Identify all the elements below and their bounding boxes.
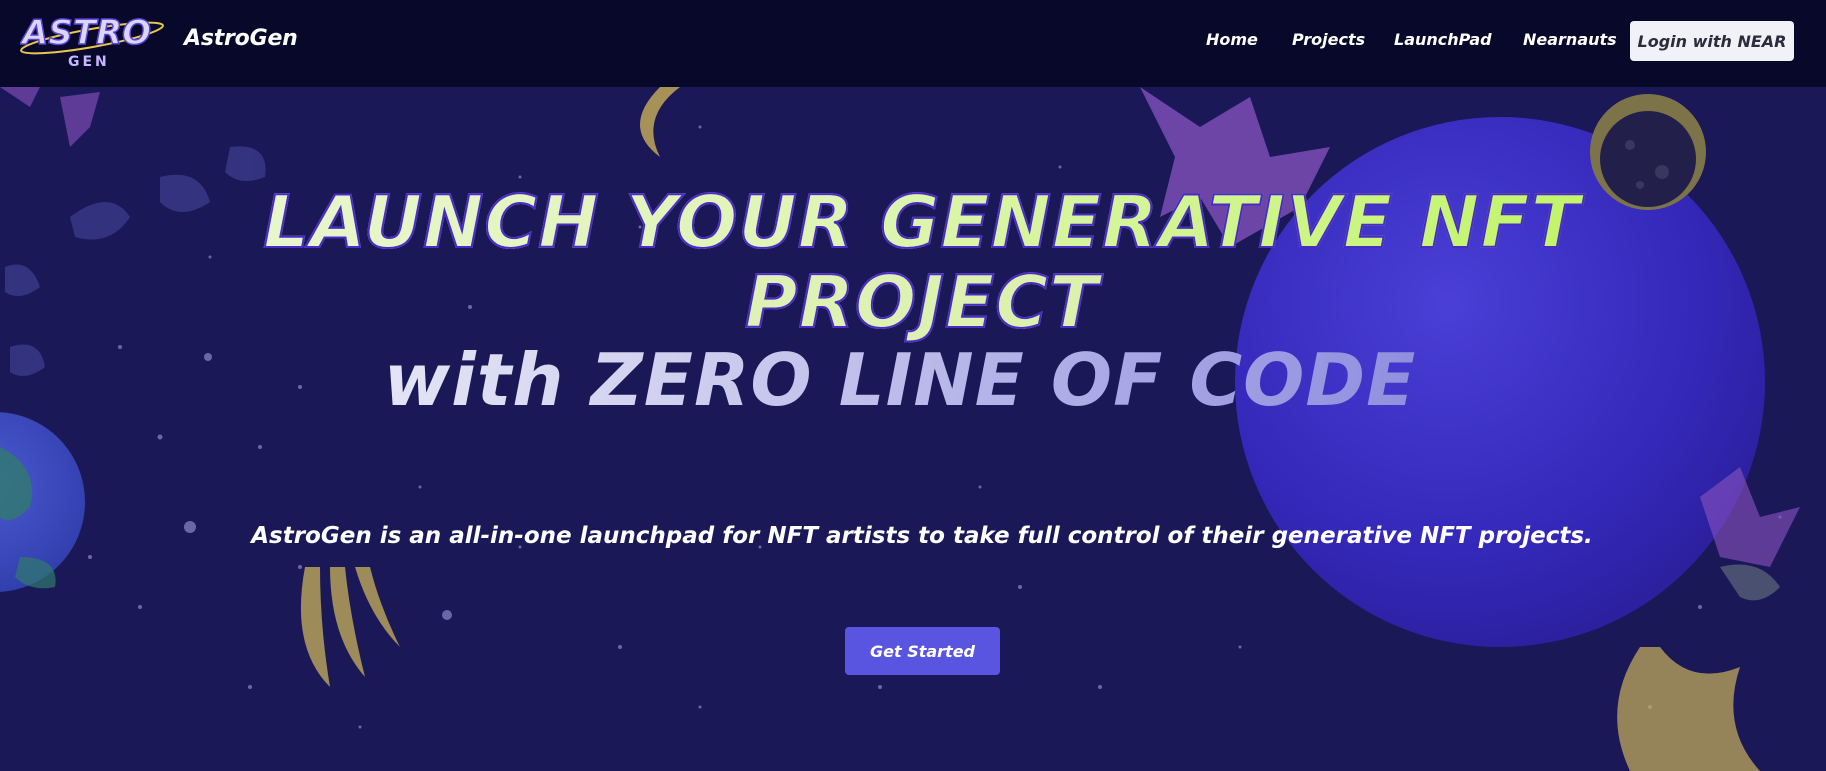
get-started-button[interactable]: Get Started [845, 627, 1000, 675]
top-navbar: ASTRO GEN AstroGen Home Projects LaunchP… [0, 0, 1826, 87]
astrogen-logo[interactable]: ASTRO GEN [20, 10, 170, 70]
bananas [300, 567, 400, 687]
hero-headline-line1: LAUNCH YOUR GENERATIVE NFT [0, 179, 1826, 265]
hero-tagline: AstroGen is an all-in-one launchpad for … [251, 523, 1593, 549]
nav-home[interactable]: Home [1206, 30, 1258, 49]
hero-headline-line3: with ZERO LINE OF CODE [0, 338, 1822, 422]
nav-projects[interactable]: Projects [1292, 30, 1365, 49]
hero-headline-line2: PROJECT [0, 259, 1826, 345]
banana-bottom-right [1617, 647, 1760, 771]
svg-text:GEN: GEN [68, 54, 110, 70]
nav-nearnauts[interactable]: Nearnauts [1523, 30, 1617, 49]
brand-name[interactable]: AstroGen [184, 26, 298, 51]
login-with-near-button[interactable]: Login with NEAR [1630, 21, 1794, 61]
banana-crescent [640, 87, 680, 157]
svg-text:ASTRO: ASTRO [20, 13, 151, 53]
nav-launchpad[interactable]: LaunchPad [1394, 30, 1492, 49]
